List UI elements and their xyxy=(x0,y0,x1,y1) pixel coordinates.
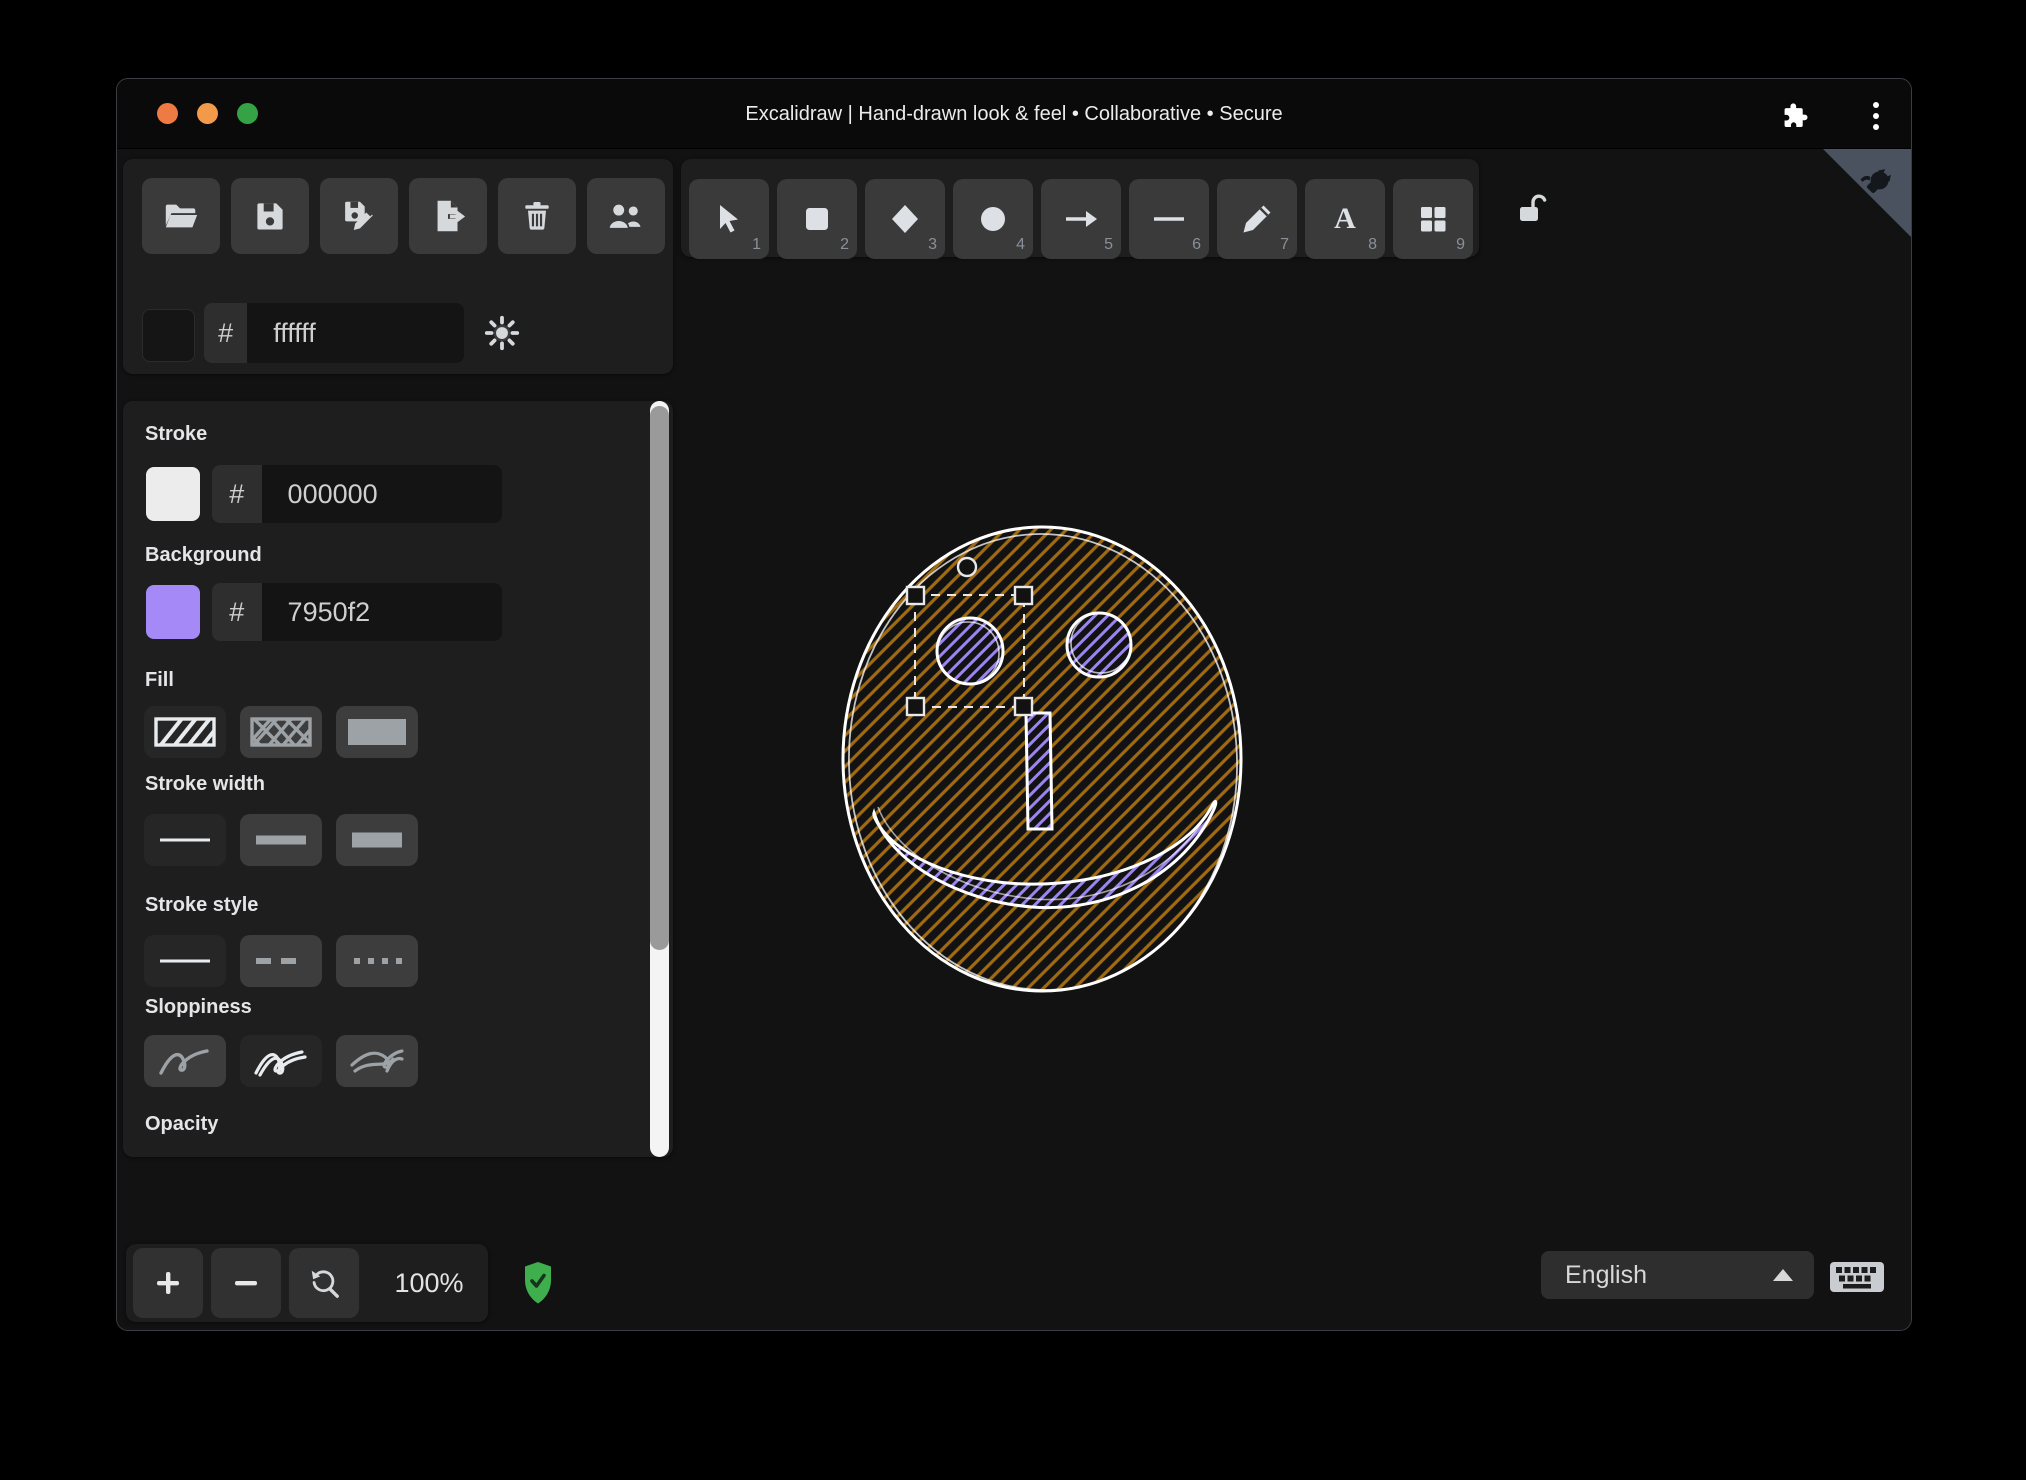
tool-shortcut: 1 xyxy=(752,236,761,254)
resize-handle-se xyxy=(1015,698,1032,715)
screen: Excalidraw | Hand-drawn look & feel • Co… xyxy=(0,0,2026,1480)
titlebar: Excalidraw | Hand-drawn look & feel • Co… xyxy=(117,79,1911,149)
svg-text:A: A xyxy=(1334,202,1356,235)
excalidraw-canvas-area[interactable]: # Stroke # Background # xyxy=(117,149,1912,1331)
file-actions-panel: # xyxy=(123,159,673,374)
window-title: Excalidraw | Hand-drawn look & feel • Co… xyxy=(117,79,1911,149)
smiley-nose xyxy=(1026,713,1052,829)
chevron-up-icon xyxy=(1772,1268,1794,1282)
tool-shortcut: 7 xyxy=(1280,236,1289,254)
hash-prefix: # xyxy=(204,303,247,363)
fill-cross-hatch-button[interactable] xyxy=(240,706,322,758)
stroke-width-thin-button[interactable] xyxy=(144,814,226,866)
smiley-left-eye-selected xyxy=(937,618,1003,684)
fill-hachure-button[interactable] xyxy=(144,706,226,758)
stroke-width-label: Stroke width xyxy=(145,773,265,796)
background-hex-field: # xyxy=(212,583,502,641)
language-value: English xyxy=(1565,1261,1772,1290)
theme-toggle-sun-icon[interactable] xyxy=(483,314,521,357)
tool-shortcut: 6 xyxy=(1192,236,1201,254)
panel-scrollbar-thumb[interactable] xyxy=(650,406,669,950)
background-label: Background xyxy=(145,544,262,567)
tool-shortcut: 2 xyxy=(840,236,849,254)
tool-diamond[interactable]: 3 xyxy=(865,179,945,259)
opacity-label: Opacity xyxy=(145,1113,218,1136)
open-file-button[interactable] xyxy=(142,178,220,254)
reset-zoom-button[interactable] xyxy=(289,1248,359,1318)
sloppiness-label: Sloppiness xyxy=(145,996,252,1019)
sloppiness-cartoonist-button[interactable] xyxy=(336,1035,418,1087)
github-corner-ribbon[interactable] xyxy=(1823,149,1912,244)
panel-scrollbar[interactable] xyxy=(650,401,669,1157)
tool-rectangle[interactable]: 2 xyxy=(777,179,857,259)
resize-handle-sw xyxy=(907,698,924,715)
stroke-width-bold-button[interactable] xyxy=(240,814,322,866)
keep-tool-active-unlock-icon[interactable] xyxy=(1510,187,1554,231)
shape-tools-panel: 1 2 3 4 5 xyxy=(681,159,1479,257)
browser-menu-kebab-icon[interactable] xyxy=(1871,100,1881,132)
stroke-color-swatch[interactable] xyxy=(146,467,200,521)
excalidraw-window: Excalidraw | Hand-drawn look & feel • Co… xyxy=(116,78,1912,1331)
stroke-label: Stroke xyxy=(145,423,207,446)
collaborators-button[interactable] xyxy=(587,178,665,254)
save-as-button[interactable] xyxy=(320,178,398,254)
keyboard-shortcuts-icon[interactable] xyxy=(1829,1259,1885,1300)
fill-solid-button[interactable] xyxy=(336,706,418,758)
tool-shortcut: 8 xyxy=(1368,236,1377,254)
tool-selection[interactable]: 1 xyxy=(689,179,769,259)
export-button[interactable] xyxy=(409,178,487,254)
zoom-out-button[interactable] xyxy=(211,1248,281,1318)
stroke-hex-input[interactable] xyxy=(262,465,502,523)
sloppiness-architect-button[interactable] xyxy=(144,1035,226,1087)
element-properties-panel: Stroke # Background # Fill xyxy=(123,401,673,1157)
rotation-handle xyxy=(958,558,976,576)
tool-shortcut: 3 xyxy=(928,236,937,254)
stroke-style-label: Stroke style xyxy=(145,894,258,917)
zoom-percentage[interactable]: 100% xyxy=(376,1244,482,1322)
canvas-background-swatch[interactable] xyxy=(142,309,195,362)
stroke-style-dashed-button[interactable] xyxy=(240,935,322,987)
sloppiness-artist-button[interactable] xyxy=(240,1035,322,1087)
stroke-hex-field: # xyxy=(212,465,502,523)
tool-shortcut: 9 xyxy=(1456,236,1465,254)
resize-handle-nw xyxy=(907,587,924,604)
stroke-style-solid-button[interactable] xyxy=(144,935,226,987)
tool-line[interactable]: 6 xyxy=(1129,179,1209,259)
hash-prefix: # xyxy=(212,583,262,641)
encryption-shield-icon[interactable] xyxy=(524,1261,552,1310)
clear-canvas-trash-button[interactable] xyxy=(498,178,576,254)
tool-ellipse[interactable]: 4 xyxy=(953,179,1033,259)
stroke-width-extra-bold-button[interactable] xyxy=(336,814,418,866)
fill-label: Fill xyxy=(145,669,174,692)
resize-handle-ne xyxy=(1015,587,1032,604)
stroke-style-dotted-button[interactable] xyxy=(336,935,418,987)
tool-shortcut: 4 xyxy=(1016,236,1025,254)
tool-draw[interactable]: 7 xyxy=(1217,179,1297,259)
smiley-right-eye xyxy=(1067,613,1131,677)
zoom-controls: 100% xyxy=(126,1244,488,1322)
background-color-swatch[interactable] xyxy=(146,585,200,639)
tool-arrow[interactable]: 5 xyxy=(1041,179,1121,259)
canvas-background-hex-input[interactable] xyxy=(247,303,464,363)
background-hex-input[interactable] xyxy=(262,583,502,641)
zoom-in-button[interactable] xyxy=(133,1248,203,1318)
hash-prefix: # xyxy=(212,465,262,523)
language-select[interactable]: English xyxy=(1541,1251,1814,1299)
tool-library[interactable]: 9 xyxy=(1393,179,1473,259)
extensions-puzzle-icon[interactable] xyxy=(1778,100,1810,137)
canvas-background-hex-field: # xyxy=(204,303,464,363)
tool-text[interactable]: A 8 xyxy=(1305,179,1385,259)
save-file-button[interactable] xyxy=(231,178,309,254)
tool-shortcut: 5 xyxy=(1104,236,1113,254)
